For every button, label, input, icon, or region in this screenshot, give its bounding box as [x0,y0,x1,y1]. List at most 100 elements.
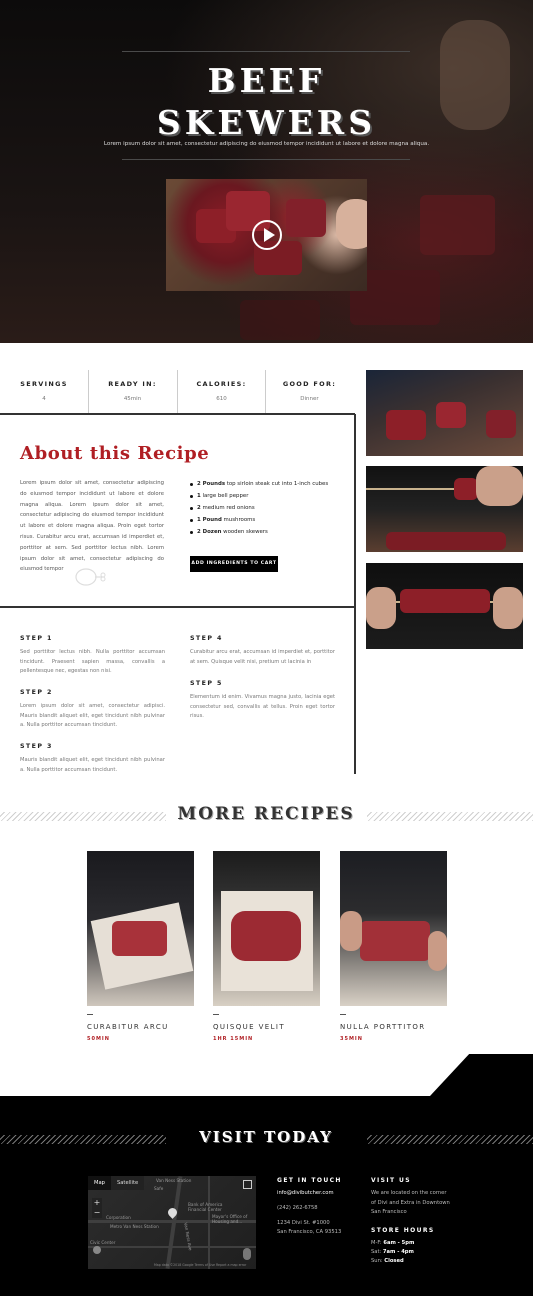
hours-row: Sun: Closed [371,1257,404,1267]
photo-hand [428,931,447,971]
photo-meat [360,921,430,961]
photo-meat [231,911,301,961]
step-3: STEP 3 Mauris blandit aliquet elit, eget… [20,743,165,775]
step-text: Sed porttitor lectus nibh. Nulla porttit… [20,649,165,675]
ingredient-qty: 1 Pound [197,517,222,523]
about-steps-divider [0,606,355,608]
ingredient-text: top sirloin steak cut into 1-inch cubes [226,481,329,487]
footer-slant [430,1054,533,1096]
zoom-out-icon[interactable]: − [92,1208,102,1218]
ingredient-text: large bell pepper [202,493,249,499]
hero-title-line1: BEEF [207,61,326,100]
recipe-card-time: 1HR 15MIN [213,1036,254,1042]
step-heading: STEP 3 [20,743,53,750]
photo-meat [386,410,426,440]
stat-label: SERVINGS [20,380,68,388]
visit-us-text: We are located on the corner of Divi and… [371,1190,450,1215]
map-label: Corporation [106,1215,131,1220]
map-label: Bank of America Financial Center [188,1202,223,1212]
stat-label: GOOD FOR: [282,380,337,388]
stat-value: 45min [123,396,142,402]
stat-ready-in: READY IN: 45min [88,370,176,413]
hours-time: 7am - 4pm [382,1249,414,1255]
recipe-card-title[interactable]: CURABITUR ARCU [87,1023,169,1031]
card-dash [87,1014,93,1015]
photo-hand [366,587,396,629]
map-label: Mayor's Office of Housing and... [212,1214,248,1224]
get-in-touch-heading: GET IN TOUCH [277,1177,342,1184]
photo-meat [454,478,478,500]
fullscreen-icon[interactable] [243,1180,252,1189]
step-heading: STEP 5 [190,680,223,687]
location-map[interactable]: Map Satellite Van Ness Station Safe Bank… [88,1176,256,1269]
card-dash [340,1014,346,1015]
hours-time: 6am - 5pm [383,1240,415,1246]
photo-meat [386,532,506,550]
recipe-card-image[interactable] [213,851,320,1006]
hero-bg-meat [240,300,320,340]
map-type-tabs: Map Satellite [88,1176,145,1190]
recipe-card-image[interactable] [87,851,194,1006]
more-hatch-left [0,812,166,821]
stat-value: 610 [216,396,227,402]
contact-email[interactable]: info@divibutcher.com [277,1189,334,1199]
about-text: Lorem ipsum dolor sit amet, consectetur … [20,480,164,573]
ingredient-qty: 2 [197,505,201,511]
step-heading: STEP 2 [20,689,53,696]
visit-today-title: VISIT TODAY [199,1128,333,1146]
hero-top-rule [122,51,410,52]
photo-hand [493,587,523,629]
stat-value: 4 [42,396,46,402]
map-tab-satellite[interactable]: Satellite [111,1176,144,1190]
hero-subtitle: Lorem ipsum dolor sit amet, consectetur … [103,141,430,147]
stat-good-for: GOOD FOR: Dinner [265,370,353,413]
side-photo-3 [366,563,523,649]
step-text: Curabitur arcu erat, accumsan id imperdi… [190,649,335,665]
zoom-in-icon[interactable]: + [92,1198,102,1208]
map-road [208,1176,210,1269]
step-2: STEP 2 Lorem ipsum dolor sit amet, conse… [20,689,165,731]
stat-calories: CALORIES: 610 [177,370,265,413]
visit-hatch-left [0,1135,166,1144]
photo-meat [112,921,167,956]
recipe-card-image[interactable] [340,851,447,1006]
recipe-card-time: 35MIN [340,1036,363,1042]
map-tab-map[interactable]: Map [88,1176,111,1190]
photo-meat [486,410,516,438]
ingredient-qty: 2 Dozen [197,529,222,535]
visit-us-heading: VISIT US [371,1177,412,1184]
footer [0,1096,533,1296]
video-meat [286,199,326,237]
side-photo-2 [366,466,523,552]
ingredient-item: 1 Pound mushrooms [190,514,328,526]
recipe-card-title[interactable]: QUISQUE VELIT [213,1023,285,1031]
stat-value: Dinner [300,396,319,402]
zoom-controls: + − [92,1198,102,1218]
map-label: Safe [154,1186,164,1191]
hero-bottom-rule [122,159,410,160]
contact-phone[interactable]: (242) 262-6758 [277,1204,318,1214]
pegman-icon[interactable] [243,1248,251,1260]
street-view-icon[interactable] [93,1246,101,1254]
hero-title-line2: SKEWERS [156,103,377,142]
photo-meat [400,589,490,613]
hours-day: Sat: [371,1249,382,1255]
ingredient-qty: 2 Pounds [197,481,226,487]
map-attribution: Map data ©2018 Google Terms of Use Repor… [154,1263,247,1267]
ingredient-item: 2 medium red onions [190,502,328,514]
play-icon[interactable] [252,220,282,250]
ingredient-item: 2 Dozen wooden skewers [190,526,328,538]
content-vertical-divider [354,414,356,774]
recipe-card-title[interactable]: NULLA PORTTITOR [340,1023,426,1031]
map-label: Civic Center [90,1240,116,1245]
contact-address-line2: San Francisco, CA 93513 [277,1229,342,1235]
hours-time: Closed [384,1258,404,1264]
ingredient-text: mushrooms [223,517,256,523]
stat-servings: SERVINGS 4 [0,370,88,413]
ingredient-text: wooden skewers [223,529,268,535]
stat-label: READY IN: [108,380,157,388]
store-hours-heading: STORE HOURS [371,1227,435,1234]
map-label: Metro Van Ness Station [110,1224,159,1229]
step-5: STEP 5 Elementum id enim. Vivamus magna … [190,680,335,722]
add-to-cart-button[interactable]: ADD INGREDIENTS TO CART [190,556,278,572]
